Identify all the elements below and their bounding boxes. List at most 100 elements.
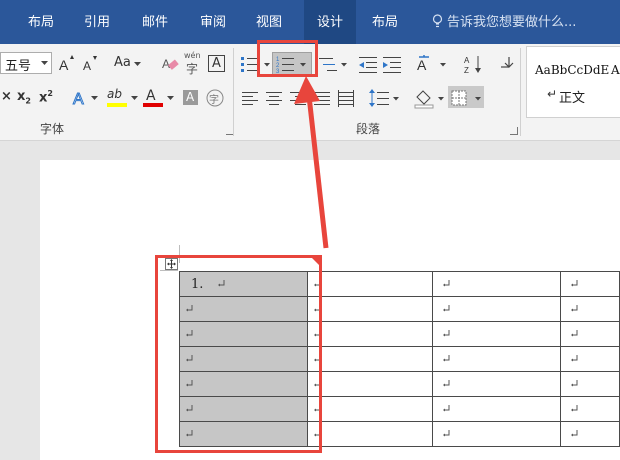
table-cell[interactable] [560, 371, 620, 397]
align-left-button[interactable] [238, 86, 260, 108]
cell-end-mark-icon [314, 305, 321, 312]
table-cell-selected[interactable]: 1. [178, 271, 309, 297]
sort-icon: A Z [464, 56, 481, 75]
font-size-value: 五号 [5, 59, 32, 74]
table-cell[interactable] [307, 371, 434, 397]
strikethrough-button[interactable]: × [0, 86, 12, 108]
table-cell-selected[interactable] [178, 396, 309, 422]
highlight-color-button[interactable]: ab [104, 86, 138, 108]
paragraph-dialog-launcher[interactable] [510, 127, 518, 135]
line-spacing-button[interactable] [366, 86, 400, 108]
superscript-button[interactable]: x2 [36, 86, 54, 108]
bullets-button[interactable] [238, 52, 272, 74]
cell-end-mark-icon [571, 330, 578, 337]
table-cell[interactable] [560, 396, 620, 422]
table-cell[interactable] [432, 371, 562, 397]
tab-references[interactable]: 引用 [74, 0, 120, 44]
cell-end-mark-icon [571, 280, 578, 287]
table-cell[interactable] [307, 271, 434, 297]
phonetic-guide-button[interactable]: wén 字 [182, 50, 204, 76]
grow-font-icon: A [59, 55, 74, 73]
tell-me-search[interactable]: 告诉我您想要做什么... [432, 0, 576, 44]
table-cell[interactable] [307, 396, 434, 422]
table-cell[interactable] [432, 321, 562, 347]
grow-font-button[interactable]: A [56, 52, 76, 74]
phonetic-guide-pinyin: wén [184, 51, 201, 60]
align-center-icon [266, 92, 282, 105]
font-group-label: 字体 [40, 122, 65, 136]
document-table[interactable]: 1. [178, 271, 620, 447]
table-cell[interactable] [560, 421, 620, 447]
font-size-combo[interactable]: 五号 [0, 52, 52, 74]
row-guide-line [160, 270, 178, 271]
shading-button[interactable] [412, 86, 446, 109]
tab-table-layout[interactable]: 布局 [362, 0, 408, 44]
cell-end-mark-icon [571, 305, 578, 312]
borders-button[interactable] [448, 86, 484, 108]
table-cell[interactable] [432, 396, 562, 422]
table-cell[interactable] [432, 421, 562, 447]
table-cell[interactable] [560, 296, 620, 322]
table-cell[interactable] [307, 421, 434, 447]
shrink-font-button[interactable]: A [80, 52, 100, 74]
character-shading-button[interactable]: A [180, 86, 200, 108]
clear-formatting-button[interactable]: A [160, 52, 179, 74]
decrease-indent-button[interactable] [356, 52, 378, 74]
align-center-button[interactable] [262, 86, 284, 108]
table-cell-selected[interactable] [178, 296, 309, 322]
text-effects-button[interactable]: A [70, 86, 102, 109]
subscript-button[interactable]: x2 [14, 86, 32, 108]
cell-end-mark-icon [571, 430, 578, 437]
tab-review[interactable]: 审阅 [190, 0, 236, 44]
table-cell-selected[interactable] [178, 321, 309, 347]
tab-layout[interactable]: 布局 [18, 0, 64, 44]
table-cell[interactable] [307, 321, 434, 347]
increase-indent-button[interactable] [380, 52, 402, 74]
table-cell[interactable] [560, 321, 620, 347]
style-sample-next: A [611, 63, 620, 77]
cell-end-mark-icon [186, 405, 193, 412]
table-cell[interactable] [560, 271, 620, 297]
table-cell[interactable] [432, 271, 562, 297]
character-shading-letter: A [186, 90, 195, 104]
justify-icon [314, 92, 330, 105]
svg-text:A: A [73, 91, 84, 108]
multilevel-list-button[interactable] [316, 52, 350, 74]
multilevel-list-icon [319, 58, 347, 71]
table-cell-selected[interactable] [178, 346, 309, 372]
show-hide-marks-button[interactable] [496, 52, 514, 74]
tab-design[interactable]: 设计 [304, 0, 356, 44]
justify-button[interactable] [310, 86, 332, 108]
table-row: 1. [178, 271, 620, 297]
enclose-characters-button[interactable]: 字 [204, 86, 224, 108]
table-cell[interactable] [432, 296, 562, 322]
lightbulb-icon [432, 14, 443, 28]
table-row [178, 396, 620, 422]
table-cell[interactable] [307, 296, 434, 322]
tab-view[interactable]: 视图 [246, 0, 292, 44]
chinese-layout-button[interactable]: A [414, 52, 448, 74]
table-cell-selected[interactable] [178, 421, 309, 447]
table-row [178, 371, 620, 397]
font-color-button[interactable]: A [140, 86, 174, 108]
font-color-letter: A [146, 88, 156, 104]
tab-mailings[interactable]: 邮件 [132, 0, 178, 44]
strikethrough-icon: × [1, 89, 12, 104]
table-cell-selected[interactable] [178, 371, 309, 397]
change-case-button[interactable]: Aa [110, 52, 144, 74]
line-spacing-icon [369, 89, 399, 107]
table-cell[interactable] [307, 346, 434, 372]
align-right-button[interactable] [286, 86, 308, 108]
group-separator [520, 48, 521, 136]
table-cell[interactable] [432, 346, 562, 372]
table-cell[interactable] [560, 346, 620, 372]
character-border-button[interactable]: A [206, 52, 226, 74]
table-move-handle[interactable] [165, 258, 178, 270]
numbering-button[interactable]: 1 2 3 [272, 52, 312, 76]
paint-bucket-icon [414, 90, 444, 109]
subscript-icon: x2 [17, 89, 31, 106]
distributed-button[interactable] [334, 86, 356, 108]
styles-gallery[interactable]: AaBbCcDdE A ↵ 正文 [526, 46, 620, 118]
sort-button[interactable]: A Z [462, 52, 484, 75]
cell-end-mark-icon [314, 280, 321, 287]
